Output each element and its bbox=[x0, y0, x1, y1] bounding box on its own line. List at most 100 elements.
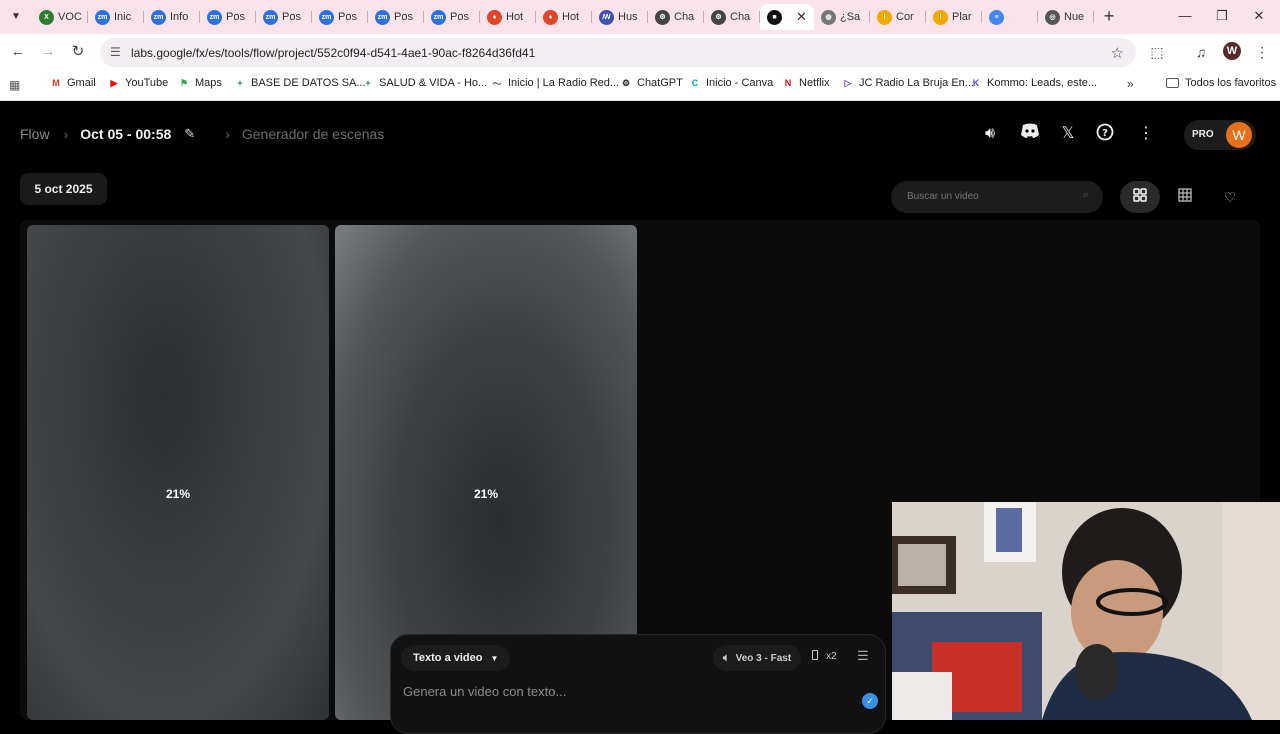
forward-icon[interactable]: → bbox=[40, 44, 56, 60]
site-info-icon[interactable]: ☰ bbox=[110, 45, 124, 59]
browser-tab[interactable]: ♦ Hot bbox=[480, 4, 536, 30]
output-count-selector[interactable]: x2 bbox=[812, 650, 837, 662]
bookmark-favicon-icon: ▶ bbox=[110, 77, 118, 88]
url-text[interactable]: labs.google/fx/es/tools/flow/project/552… bbox=[131, 46, 535, 60]
search-icon[interactable]: ⌕ bbox=[1083, 189, 1089, 202]
prompt-input[interactable]: Genera un video con texto... bbox=[403, 684, 566, 699]
bookmark-item[interactable]: ▷ JC Radio La Bruja En... bbox=[842, 77, 974, 89]
bookmark-favicon-icon: ～ bbox=[492, 78, 502, 89]
browser-tab[interactable]: ◍ ¿Sa bbox=[814, 4, 870, 30]
account-chip[interactable]: PRO W bbox=[1184, 120, 1256, 150]
browser-tab[interactable]: ≡ bbox=[982, 4, 1038, 30]
portrait-ratio-icon bbox=[812, 650, 818, 660]
browser-tab[interactable]: zm Pos bbox=[312, 4, 368, 30]
address-bar: ← → ↻ ☰ labs.google/fx/es/tools/flow/pro… bbox=[0, 34, 1280, 70]
bookmark-label: ChatGPT bbox=[637, 77, 683, 89]
bookmark-label: Gmail bbox=[67, 77, 96, 89]
profile-avatar[interactable]: W bbox=[1223, 42, 1241, 60]
submit-check-icon[interactable]: ✓ bbox=[862, 693, 878, 709]
tab-favicon-icon: ⚙ bbox=[711, 9, 726, 25]
bookmark-item[interactable]: + SALUD & VIDA - Ho... bbox=[362, 77, 487, 89]
bookmark-item[interactable]: ▶ YouTube bbox=[108, 77, 169, 89]
more-vert-icon[interactable]: ⋮ bbox=[1135, 123, 1157, 145]
browser-tab[interactable]: ꟿ Hus bbox=[592, 4, 648, 30]
breadcrumb-scene-builder[interactable]: Generador de escenas bbox=[242, 126, 384, 142]
browser-tab[interactable]: zm Pos bbox=[256, 4, 312, 30]
search-input[interactable]: Buscar un video bbox=[907, 191, 979, 202]
browser-tab[interactable]: zm Pos bbox=[200, 4, 256, 30]
bookmark-item[interactable]: N Netflix bbox=[782, 77, 830, 89]
bookmark-item[interactable]: ～ Inicio | La Radio Red... bbox=[491, 77, 619, 89]
grid-small-view-button[interactable] bbox=[1165, 181, 1205, 213]
project-title[interactable]: Oct 05 - 00:58 bbox=[80, 126, 171, 142]
more-bookmarks-icon[interactable]: » bbox=[1127, 77, 1134, 91]
all-bookmarks-folder[interactable]: Todos los favoritos bbox=[1166, 77, 1276, 89]
chevron-right-icon: › bbox=[225, 126, 230, 142]
tab-favicon-icon: ⚙ bbox=[655, 9, 670, 25]
bookmark-favicon-icon: + bbox=[365, 78, 371, 88]
grid-small-icon bbox=[1178, 188, 1192, 202]
sound-icon[interactable]: 🔊︎ bbox=[979, 123, 1001, 145]
bookmark-item[interactable]: K Kommo: Leads, este... bbox=[970, 77, 1097, 89]
favorites-heart-button[interactable]: ♡ bbox=[1210, 181, 1250, 213]
webcam-overlay bbox=[892, 502, 1280, 720]
bookmark-item[interactable]: M Gmail bbox=[50, 77, 96, 89]
close-window-icon[interactable]: ✕ bbox=[1250, 8, 1268, 24]
tab-search-icon[interactable]: ▼ bbox=[8, 9, 24, 25]
video-card[interactable]: 21% bbox=[27, 225, 329, 720]
media-control-icon[interactable]: ♫ bbox=[1192, 43, 1210, 61]
x-social-icon[interactable]: 𝕏 bbox=[1057, 123, 1079, 145]
mode-selector[interactable]: Texto a video ▼ bbox=[401, 645, 511, 671]
browser-tab[interactable]: ♦ Hot bbox=[536, 4, 592, 30]
bookmark-item[interactable]: C Inicio - Canva bbox=[689, 77, 774, 89]
breadcrumb-flow-link[interactable]: Flow bbox=[20, 126, 50, 142]
bookmark-favicon-icon: N bbox=[784, 78, 792, 88]
tabs: X VOC zm Inic zm Info zm Pos zm Pos zm Pos zm Pos zm Po… bbox=[32, 4, 1094, 30]
browser-tab[interactable]: ! Cor bbox=[870, 4, 926, 30]
tab-favicon-icon: ! bbox=[877, 9, 892, 25]
apps-grid-icon[interactable]: ▦ bbox=[9, 78, 23, 92]
new-tab-icon[interactable]: + bbox=[1100, 7, 1118, 25]
mode-label: Texto a video bbox=[413, 652, 483, 664]
date-filter-chip[interactable]: 5 oct 2025 bbox=[20, 173, 107, 205]
browser-tab-active[interactable]: ■ ✕ bbox=[760, 4, 814, 30]
all-bookmarks-label: Todos los favoritos bbox=[1185, 77, 1277, 89]
bookmark-favicon-icon: ⚑ bbox=[179, 77, 189, 88]
reload-icon[interactable]: ↻ bbox=[70, 44, 86, 60]
help-icon[interactable]: ? bbox=[1094, 123, 1116, 145]
browser-tab[interactable]: zm Info bbox=[144, 4, 200, 30]
browser-tab[interactable]: zm Inic bbox=[88, 4, 144, 30]
bookmark-star-icon[interactable]: ☆ bbox=[1111, 44, 1124, 62]
output-count-label: x2 bbox=[826, 651, 837, 662]
model-selector[interactable]: 🔈︎ Veo 3 - Fast bbox=[713, 645, 802, 671]
tab-favicon-icon: zm bbox=[431, 9, 446, 25]
back-icon[interactable]: ← bbox=[10, 44, 26, 60]
restore-icon[interactable]: ❐ bbox=[1213, 8, 1231, 24]
bookmark-item[interactable]: + BASE DE DATOS SA... bbox=[234, 77, 366, 89]
edit-pencil-icon[interactable]: ✎ bbox=[184, 126, 195, 142]
omnibox[interactable]: ☰ labs.google/fx/es/tools/flow/project/5… bbox=[100, 38, 1136, 67]
browser-tab[interactable]: X VOC bbox=[32, 4, 88, 30]
extensions-icon[interactable]: ⬚ bbox=[1148, 43, 1166, 61]
settings-sliders-icon[interactable]: ☰ bbox=[857, 648, 869, 664]
tab-label: Info bbox=[170, 11, 189, 23]
video-search[interactable]: Buscar un video ⌕ bbox=[891, 181, 1103, 213]
tab-favicon-icon: zm bbox=[151, 9, 166, 25]
minimize-icon[interactable]: — bbox=[1176, 8, 1194, 23]
browser-menu-icon[interactable]: ⋮ bbox=[1253, 43, 1271, 61]
discord-icon[interactable] bbox=[1019, 123, 1041, 145]
tab-close-icon[interactable]: ✕ bbox=[796, 9, 807, 25]
grid-large-view-button[interactable] bbox=[1120, 181, 1160, 213]
tab-label: Cor bbox=[896, 11, 914, 23]
browser-tab[interactable]: ⚙ Cha bbox=[704, 4, 760, 30]
bookmark-label: BASE DE DATOS SA... bbox=[251, 77, 366, 89]
browser-tab[interactable]: zm Pos bbox=[368, 4, 424, 30]
browser-tab[interactable]: ⚙ Cha bbox=[648, 4, 704, 30]
tab-label: Cha bbox=[674, 11, 695, 23]
browser-tab[interactable]: zm Pos bbox=[424, 4, 480, 30]
bookmark-item[interactable]: ⚙ ChatGPT bbox=[620, 77, 683, 89]
browser-tab[interactable]: ◎ Nue bbox=[1038, 4, 1094, 30]
user-avatar[interactable]: W bbox=[1226, 122, 1252, 148]
bookmark-item[interactable]: ⚑ Maps bbox=[178, 77, 222, 89]
browser-tab[interactable]: ! Plar bbox=[926, 4, 982, 30]
